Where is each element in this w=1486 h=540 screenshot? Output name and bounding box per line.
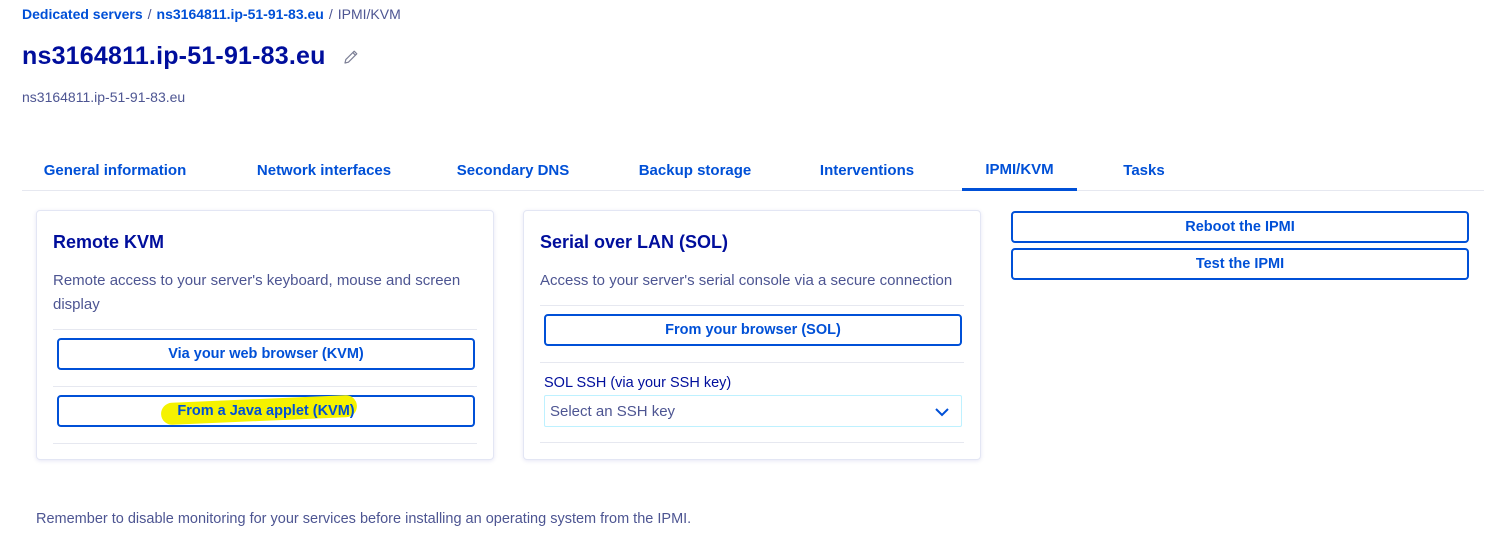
- remote-kvm-card: Remote KVM Remote access to your server'…: [36, 210, 494, 460]
- edit-name-button[interactable]: [340, 46, 362, 68]
- chevron-down-icon: [935, 408, 949, 417]
- tab-general-information[interactable]: General information: [22, 150, 208, 191]
- page-subtitle: ns3164811.ip-51-91-83.eu: [22, 89, 186, 105]
- divider: [540, 362, 964, 363]
- tab-network-interfaces[interactable]: Network interfaces: [244, 150, 404, 191]
- sol-title: Serial over LAN (SOL): [540, 232, 729, 252]
- breadcrumb-link-dedicated-servers[interactable]: Dedicated servers: [22, 6, 143, 22]
- kvm-java-applet-button[interactable]: From a Java applet (KVM): [57, 394, 475, 427]
- remote-kvm-description: Remote access to your server's keyboard,…: [53, 272, 461, 313]
- remote-kvm-title: Remote KVM: [53, 232, 165, 252]
- test-ipmi-button[interactable]: Test the IPMI: [1011, 248, 1469, 280]
- divider: [540, 442, 964, 443]
- reboot-ipmi-button[interactable]: Reboot the IPMI: [1011, 211, 1469, 243]
- breadcrumb-separator: /: [328, 6, 333, 22]
- sol-description: Access to your server's serial console v…: [540, 272, 953, 289]
- tab-bar: General information Network interfaces S…: [22, 150, 1484, 191]
- ssh-key-select-value: Select an SSH key: [550, 402, 676, 420]
- sol-browser-button-label: From your browser (SOL): [665, 322, 841, 338]
- kvm-web-browser-button[interactable]: Via your web browser (KVM): [57, 338, 475, 370]
- page-title: ns3164811.ip-51-91-83.eu: [22, 42, 326, 70]
- tab-interventions[interactable]: Interventions: [808, 150, 926, 191]
- pencil-icon: [344, 50, 358, 64]
- breadcrumb: Dedicated servers / ns3164811.ip-51-91-8…: [22, 6, 401, 22]
- tab-tasks[interactable]: Tasks: [1113, 150, 1175, 191]
- sol-browser-button[interactable]: From your browser (SOL): [544, 314, 962, 346]
- reboot-ipmi-button-label: Reboot the IPMI: [1185, 219, 1295, 235]
- title-row: ns3164811.ip-51-91-83.eu: [22, 42, 362, 71]
- sol-ssh-label: SOL SSH (via your SSH key): [544, 375, 732, 391]
- divider: [53, 443, 477, 444]
- divider: [53, 329, 477, 330]
- tab-secondary-dns[interactable]: Secondary DNS: [448, 150, 578, 191]
- breadcrumb-separator: /: [147, 6, 152, 22]
- breadcrumb-link-server[interactable]: ns3164811.ip-51-91-83.eu: [157, 6, 324, 22]
- ssh-key-select[interactable]: Select an SSH key: [544, 395, 962, 427]
- monitoring-warning: Remember to disable monitoring for your …: [36, 511, 692, 527]
- divider: [53, 386, 477, 387]
- test-ipmi-button-label: Test the IPMI: [1195, 256, 1285, 272]
- tab-backup-storage[interactable]: Backup storage: [626, 150, 764, 191]
- kvm-web-browser-button-label: Via your web browser (KVM): [168, 346, 364, 362]
- breadcrumb-current: IPMI/KVM: [337, 6, 401, 22]
- kvm-java-applet-button-label: From a Java applet (KVM): [177, 403, 355, 419]
- divider: [540, 305, 964, 306]
- tab-ipmi-kvm[interactable]: IPMI/KVM: [962, 150, 1077, 191]
- sol-card: Serial over LAN (SOL) Access to your ser…: [523, 210, 981, 460]
